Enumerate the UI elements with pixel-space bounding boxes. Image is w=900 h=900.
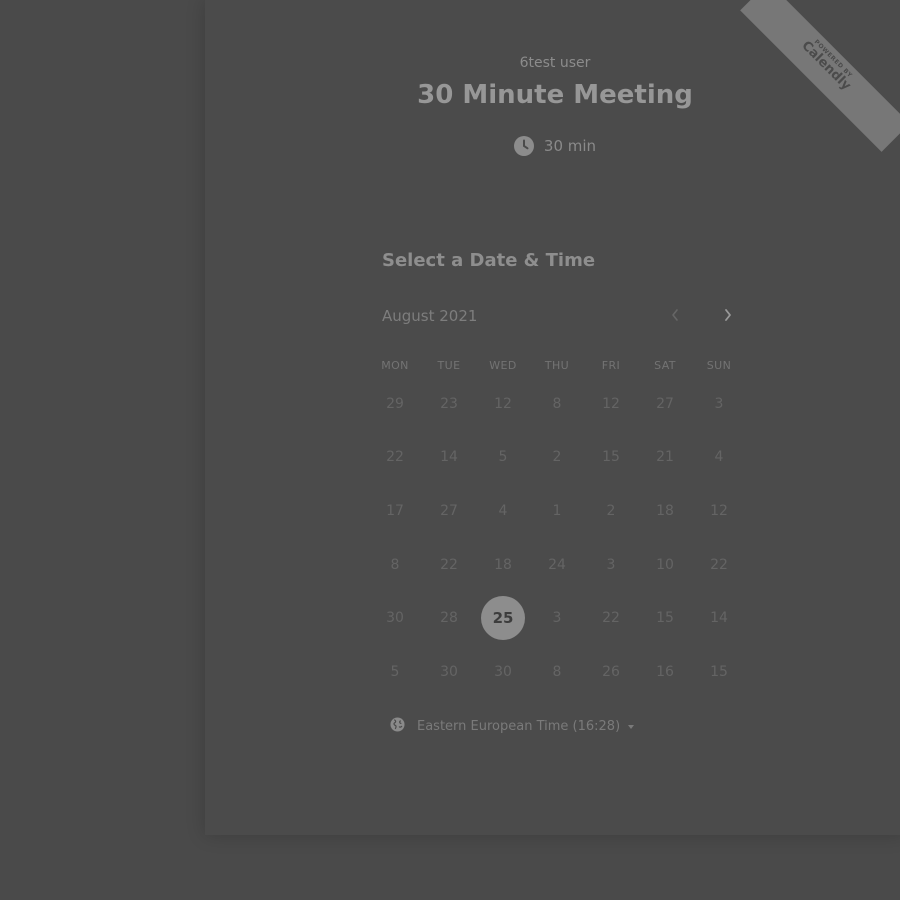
calendar-day: 30 [440,663,458,680]
calendar-day: 15 [602,449,620,466]
duration-label: 30 min [543,137,597,155]
calendar-day: 15 [710,663,728,680]
calendar-day: 2 [552,449,562,466]
section-title: Select a Date & Time [382,250,596,271]
calendar-day: 22 [710,556,728,573]
calendar-day: 12 [494,395,512,412]
clock-icon [513,136,534,156]
calendar-day: 27 [656,395,674,412]
calendar-day: 5 [390,663,400,680]
weekday-label: FRI [601,359,621,372]
calendar-day: 23 [440,395,458,412]
prev-month-button[interactable] [663,304,687,328]
calendar-day: 26 [602,663,620,680]
calendar-day: 30 [386,610,404,627]
weekday-label: SAT [654,359,676,372]
weekday-header: MON TUE WED THU FRI SAT SUN [368,359,746,372]
globe-icon [390,717,405,736]
calendar-day: 29 [386,395,404,412]
calendar-grid: 29 23 12 8 12 27 3 22 14 5 2 15 21 4 17 … [368,377,746,699]
calendar-day: 18 [494,556,512,573]
calendar-day: 2 [606,502,616,519]
calendar-day: 27 [440,502,458,519]
caret-down-icon [628,724,635,729]
page: 6test user 30 Minute Meeting 30 min Sele… [0,0,900,900]
next-month-button[interactable] [716,304,740,328]
calendar-day: 3 [552,610,562,627]
calendar-day: 5 [498,449,508,466]
calendar-day: 8 [552,395,562,412]
event-duration: 30 min [205,136,900,156]
selected-day-button[interactable]: 25 [476,591,530,645]
calendar-day: 12 [710,502,728,519]
calendar-day: 17 [386,502,404,519]
calendar-day: 14 [710,610,728,627]
chevron-right-icon [723,307,733,326]
weekday-label: MON [381,359,409,372]
calendar-day: 22 [440,556,458,573]
timezone-label: Eastern European Time (16:28) [417,719,621,734]
calendar-day: 22 [386,449,404,466]
calendar-day: 1 [552,502,562,519]
calendar-day: 8 [552,663,562,680]
calendar-day: 3 [606,556,616,573]
calendar-day: 15 [656,610,674,627]
calendar-day: 4 [714,449,724,466]
weekday-label: THU [544,359,570,372]
chevron-left-icon [670,307,680,326]
calendar-day: 28 [440,610,458,627]
calendar-day: 12 [602,395,620,412]
calendar-day: 24 [548,556,566,573]
weekday-label: TUE [437,359,461,372]
timezone-selector[interactable]: Eastern European Time (16:28) [390,717,635,736]
weekday-label: SUN [706,359,732,372]
calendar-day: 3 [714,395,724,412]
calendar-day: 21 [656,449,674,466]
month-label: August 2021 [382,307,478,325]
calendar-day: 14 [440,449,458,466]
calendar-day: 16 [656,663,674,680]
calendar-day: 22 [602,610,620,627]
event-title: 30 Minute Meeting [417,80,693,110]
calendar-day: 4 [498,502,508,519]
calendar-day: 18 [656,502,674,519]
weekday-label: WED [489,359,517,372]
calendar-day: 8 [390,556,400,573]
selected-day-label: 25 [481,596,525,641]
calendar-day: 30 [494,663,512,680]
calendar-day: 10 [656,556,674,573]
